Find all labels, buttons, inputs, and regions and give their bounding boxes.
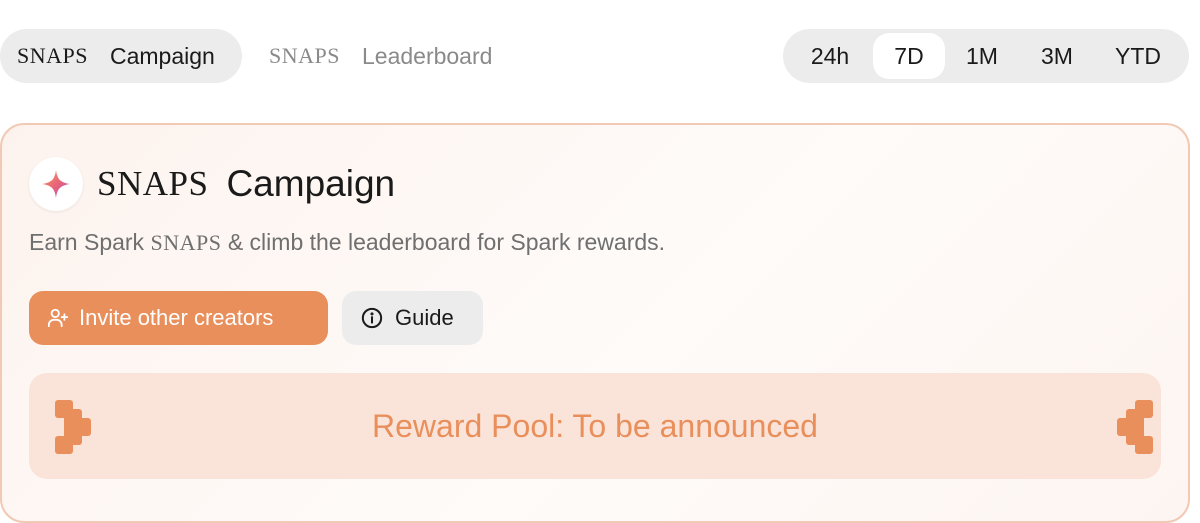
tab-snaps-leaderboard[interactable]: SNAPS Leaderboard xyxy=(269,29,492,83)
guide-button[interactable]: Guide xyxy=(342,291,483,345)
tab-brand: SNAPS xyxy=(17,43,88,68)
time-filter-7d[interactable]: 7D xyxy=(873,33,945,79)
reward-pool-text: Reward Pool: To be announced xyxy=(372,407,818,444)
page-title: SNAPS Campaign xyxy=(97,161,395,207)
add-user-icon xyxy=(47,308,69,328)
tab-brand: SNAPS xyxy=(269,43,340,68)
guide-button-label: Guide xyxy=(395,305,454,330)
spark-logo xyxy=(29,157,83,211)
tab-label: Leaderboard xyxy=(361,42,493,69)
time-filter-1m[interactable]: 1M xyxy=(945,33,1019,79)
pixel-decoration-icon xyxy=(1117,400,1153,454)
subtitle-pre: Earn Spark xyxy=(29,229,151,255)
invite-creators-button[interactable]: Invite other creators xyxy=(29,291,328,345)
time-filter-ytd[interactable]: YTD xyxy=(1095,33,1181,79)
time-range-selector: 24h 7D 1M 3M YTD xyxy=(783,29,1189,83)
spark-star-icon xyxy=(42,170,70,198)
time-filter-3m[interactable]: 3M xyxy=(1019,33,1095,79)
card-subtitle: Earn Spark SNAPS & climb the leaderboard… xyxy=(29,229,665,256)
title-text: Campaign xyxy=(226,163,396,204)
campaign-card: SNAPS Campaign Earn Spark SNAPS & climb … xyxy=(0,123,1190,523)
invite-button-label: Invite other creators xyxy=(79,305,274,330)
subtitle-brand: SNAPS xyxy=(150,230,222,255)
tab-snaps-campaign[interactable]: SNAPS Campaign xyxy=(0,29,242,83)
time-filter-24h[interactable]: 24h xyxy=(787,33,873,79)
info-icon xyxy=(361,307,383,329)
tab-label: Campaign xyxy=(109,42,215,69)
reward-pool-banner: Reward Pool: To be announced xyxy=(29,373,1161,479)
subtitle-post: & climb the leaderboard for Spark reward… xyxy=(221,229,666,255)
title-brand: SNAPS xyxy=(97,164,209,203)
